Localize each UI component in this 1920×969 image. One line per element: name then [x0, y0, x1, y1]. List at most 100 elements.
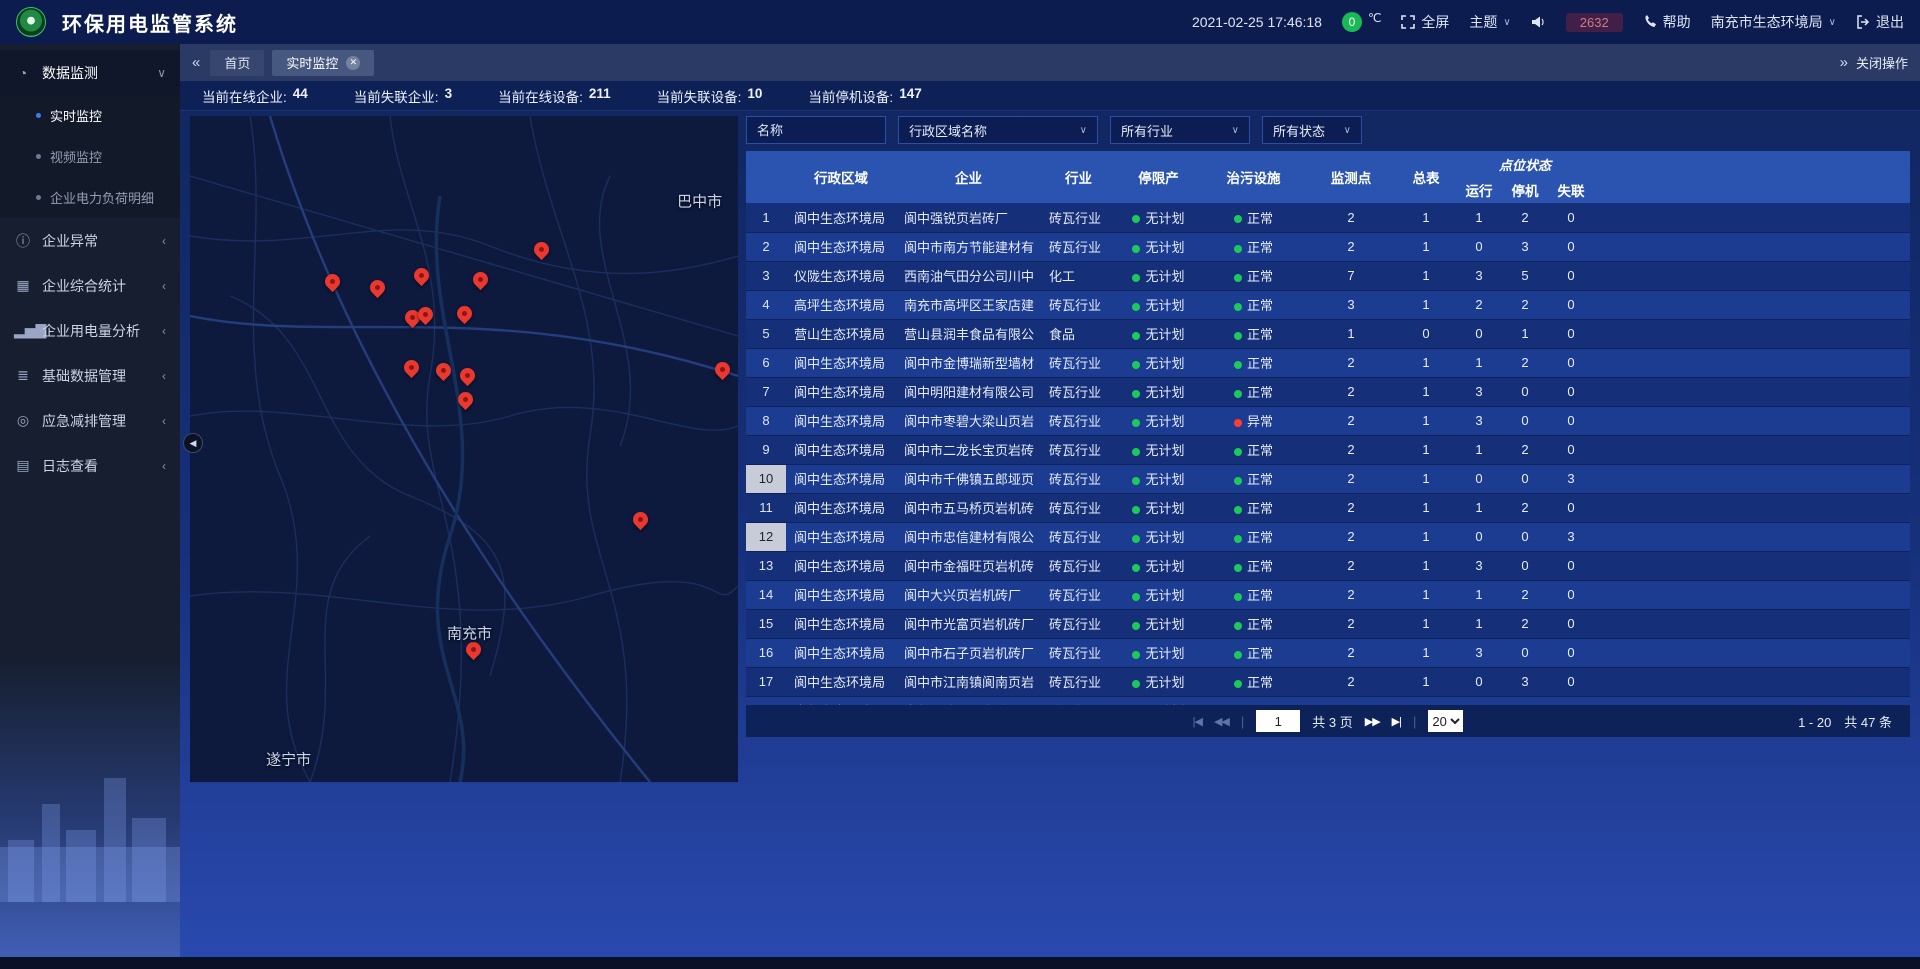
theme-menu[interactable]: 主题 ∨ [1469, 12, 1510, 32]
map-pin[interactable] [457, 365, 478, 386]
table-row[interactable]: 1阆中生态环境局阆中强锐页岩砖厂砖瓦行业无计划正常21120 [746, 203, 1910, 232]
map-pin[interactable] [433, 360, 454, 381]
map-pin[interactable] [470, 269, 491, 290]
table-row[interactable]: 17阆中生态环境局阆中市江南镇阆南页岩砖瓦行业无计划正常21030 [746, 667, 1910, 696]
sidebar-subitem[interactable]: 视频监控 [0, 136, 180, 177]
cell-region: 阆中生态环境局 [786, 464, 896, 493]
map-pin[interactable] [454, 303, 475, 324]
tab-scroll-left-icon[interactable]: « [192, 54, 200, 71]
table-row[interactable]: 6阆中生态环境局阆中市金博瑞新型墙材砖瓦行业无计划正常21120 [746, 348, 1910, 377]
status-dot-green [1132, 215, 1140, 223]
row-index-cell: 11 [746, 493, 786, 522]
header-running: 运行 [1456, 177, 1502, 203]
table-row[interactable]: 3仪陇生态环境局西南油气田分公司川中化工无计划正常71350 [746, 261, 1910, 290]
sidebar-subitem[interactable]: 企业电力负荷明细 [0, 177, 180, 218]
cell-region: 阆中生态环境局 [786, 580, 896, 609]
cell-industry: 砖瓦行业 [1041, 348, 1116, 377]
map-pin[interactable] [531, 239, 552, 260]
first-page-icon[interactable]: |◀ [1193, 715, 1202, 728]
name-filter-input[interactable] [746, 116, 886, 144]
table-row[interactable]: 2阆中生态环境局阆中市南方节能建材有砖瓦行业无计划正常21030 [746, 232, 1910, 261]
help-button[interactable]: 帮助 [1643, 12, 1691, 32]
cell-region: 南部生态环境局 [786, 696, 896, 705]
sidebar-item-emergency-reduction[interactable]: ◎应急减排管理‹ [0, 398, 180, 443]
table-row[interactable]: 16阆中生态环境局阆中市石子页岩机砖厂砖瓦行业无计划正常21300 [746, 638, 1910, 667]
table-row[interactable]: 10阆中生态环境局阆中市千佛镇五郎垭页砖瓦行业无计划正常21003 [746, 464, 1910, 493]
cell-filler [1594, 406, 1910, 435]
table-row[interactable]: 8阆中生态环境局阆中市枣碧大梁山页岩砖瓦行业无计划异常21300 [746, 406, 1910, 435]
map-pin[interactable] [711, 359, 732, 380]
volume-icon[interactable] [1531, 15, 1546, 29]
cell-disconnected: 0 [1548, 493, 1594, 522]
table-row[interactable]: 18南部生态环境局南部县建兴页岩砖厂砖瓦行业无计划正常21000 [746, 696, 1910, 705]
status-filter-select[interactable]: 所有状态 ∨ [1262, 116, 1362, 144]
cell-company: 阆中市江南镇阆南页岩 [896, 667, 1041, 696]
sidebar-item-log-view[interactable]: ▤日志查看‹ [0, 443, 180, 488]
table-row[interactable]: 7阆中生态环境局阆中明阳建材有限公司砖瓦行业无计划正常21300 [746, 377, 1910, 406]
tab-实时监控[interactable]: 实时监控✕ [272, 50, 374, 76]
page-size-select[interactable]: 20 [1428, 710, 1463, 732]
chevron-left-icon: ‹ [162, 234, 166, 248]
table-row[interactable]: 4高坪生态环境局南充市高坪区王家店建砖瓦行业无计划正常31220 [746, 290, 1910, 319]
table-row[interactable]: 15阆中生态环境局阆中市光富页岩机砖厂砖瓦行业无计划正常21120 [746, 609, 1910, 638]
industry-filter-select[interactable]: 所有行业 ∨ [1110, 116, 1250, 144]
cell-region: 营山生态环境局 [786, 319, 896, 348]
sidebar-item-enterprise-statistics[interactable]: ▦企业综合统计‹ [0, 263, 180, 308]
cell-total-meter: 1 [1396, 232, 1456, 261]
tab-scroll-right-icon[interactable]: » [1840, 54, 1848, 71]
tab-首页[interactable]: 首页 [210, 50, 264, 76]
map-panel[interactable]: 巴中市南充市遂宁市 [190, 116, 738, 782]
table-row[interactable]: 11阆中生态环境局阆中市五马桥页岩机砖砖瓦行业无计划正常21120 [746, 493, 1910, 522]
sidebar-item-base-data-management[interactable]: ≣基础数据管理‹ [0, 353, 180, 398]
map-pin[interactable] [322, 271, 343, 292]
sidebar-collapse-button[interactable]: ◀ [183, 433, 203, 453]
map-pin[interactable] [411, 265, 432, 286]
sidebar-subitem[interactable]: 实时监控 [0, 95, 180, 136]
pagination-controls: |◀ ◀◀ | 共 3 页 ▶▶ ▶| | 20 [1193, 710, 1464, 732]
last-page-icon[interactable]: ▶| [1392, 715, 1401, 728]
map-pin[interactable] [401, 357, 422, 378]
page-number-input[interactable] [1256, 710, 1300, 732]
table-row[interactable]: 9阆中生态环境局阆中市二龙长宝页岩砖砖瓦行业无计划正常21120 [746, 435, 1910, 464]
sidebar-item-enterprise-abnormal[interactable]: ⓘ企业异常‹ [0, 218, 180, 263]
cell-total-meter: 1 [1396, 522, 1456, 551]
cell-filler [1594, 493, 1910, 522]
cell-region: 阆中生态环境局 [786, 406, 896, 435]
tab-close-icon[interactable]: ✕ [346, 56, 360, 70]
next-page-icon[interactable]: ▶▶ [1365, 715, 1380, 728]
cell-filler [1594, 696, 1910, 705]
cell-region: 阆中生态环境局 [786, 609, 896, 638]
row-index-cell: 7 [746, 377, 786, 406]
cell-stop-production: 无计划 [1116, 348, 1201, 377]
map-pin[interactable] [630, 509, 651, 530]
logout-button[interactable]: 退出 [1856, 12, 1904, 32]
sidebar-item-power-usage-analysis[interactable]: ▂▅▇企业用电量分析‹ [0, 308, 180, 353]
fullscreen-button[interactable]: 全屏 [1401, 12, 1449, 32]
table-row[interactable]: 12阆中生态环境局阆中市忠信建材有限公砖瓦行业无计划正常21003 [746, 522, 1910, 551]
close-operations-button[interactable]: 关闭操作 [1856, 53, 1908, 72]
sidebar-item-data-monitoring[interactable]: ◔数据监测∨ [0, 50, 180, 95]
phone-icon [1643, 15, 1657, 29]
cell-running: 3 [1456, 377, 1502, 406]
prev-page-icon[interactable]: ◀◀ [1214, 715, 1229, 728]
cell-stopped: 0 [1502, 696, 1548, 705]
cell-company: 阆中市金博瑞新型墙材 [896, 348, 1041, 377]
filter-bar: 行政区域名称 ∨ 所有行业 ∨ 所有状态 ∨ [746, 116, 1910, 144]
notification-count-badge[interactable]: 2632 [1566, 13, 1623, 32]
map-pin[interactable] [367, 277, 388, 298]
cell-region: 阆中生态环境局 [786, 522, 896, 551]
cell-total-meter: 0 [1396, 319, 1456, 348]
cell-industry: 食品 [1041, 319, 1116, 348]
row-index-cell: 12 [746, 522, 786, 551]
region-filter-select[interactable]: 行政区域名称 ∨ [898, 116, 1098, 144]
table-row[interactable]: 5营山生态环境局营山县润丰食品有限公食品无计划正常10010 [746, 319, 1910, 348]
cell-monitor-points: 2 [1306, 203, 1396, 232]
table-row[interactable]: 13阆中生态环境局阆中市金福旺页岩机砖砖瓦行业无计划正常21300 [746, 551, 1910, 580]
table-row[interactable]: 14阆中生态环境局阆中大兴页岩机砖厂砖瓦行业无计划正常21120 [746, 580, 1910, 609]
main-area: ◔数据监测∨实时监控视频监控企业电力负荷明细ⓘ企业异常‹▦企业综合统计‹▂▅▇企… [0, 44, 1920, 957]
org-menu[interactable]: 南充市生态环境局 ∨ [1711, 12, 1836, 32]
map-pin[interactable] [455, 389, 476, 410]
header-index [746, 151, 786, 203]
cell-stop-production: 无计划 [1116, 580, 1201, 609]
cell-industry: 砖瓦行业 [1041, 522, 1116, 551]
